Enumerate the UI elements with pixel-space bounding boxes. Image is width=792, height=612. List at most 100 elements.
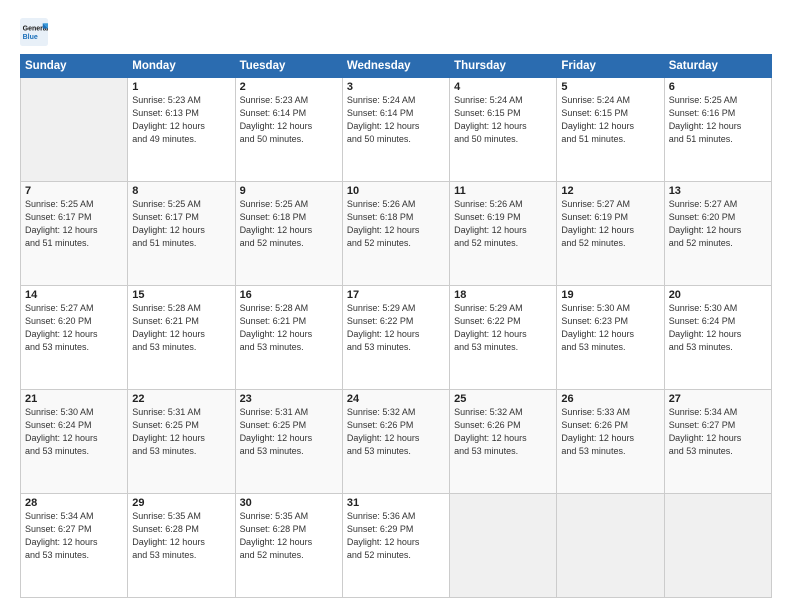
day-info: Sunrise: 5:34 AM Sunset: 6:27 PM Dayligh… (25, 510, 123, 562)
day-info: Sunrise: 5:24 AM Sunset: 6:15 PM Dayligh… (561, 94, 659, 146)
day-info: Sunrise: 5:30 AM Sunset: 6:23 PM Dayligh… (561, 302, 659, 354)
weekday-header-saturday: Saturday (664, 55, 771, 78)
day-number: 23 (240, 393, 338, 405)
calendar-week-1: 1Sunrise: 5:23 AM Sunset: 6:13 PM Daylig… (21, 78, 772, 182)
day-number: 20 (669, 289, 767, 301)
calendar-week-4: 21Sunrise: 5:30 AM Sunset: 6:24 PM Dayli… (21, 390, 772, 494)
weekday-header-friday: Friday (557, 55, 664, 78)
day-info: Sunrise: 5:32 AM Sunset: 6:26 PM Dayligh… (454, 406, 552, 458)
day-info: Sunrise: 5:31 AM Sunset: 6:25 PM Dayligh… (132, 406, 230, 458)
day-number: 2 (240, 81, 338, 93)
day-number: 3 (347, 81, 445, 93)
day-info: Sunrise: 5:24 AM Sunset: 6:15 PM Dayligh… (454, 94, 552, 146)
day-number: 14 (25, 289, 123, 301)
day-number: 15 (132, 289, 230, 301)
calendar-cell: 17Sunrise: 5:29 AM Sunset: 6:22 PM Dayli… (342, 286, 449, 390)
calendar-cell: 26Sunrise: 5:33 AM Sunset: 6:26 PM Dayli… (557, 390, 664, 494)
day-info: Sunrise: 5:23 AM Sunset: 6:13 PM Dayligh… (132, 94, 230, 146)
weekday-header-thursday: Thursday (450, 55, 557, 78)
weekday-header-monday: Monday (128, 55, 235, 78)
calendar-cell (664, 494, 771, 598)
calendar-cell: 23Sunrise: 5:31 AM Sunset: 6:25 PM Dayli… (235, 390, 342, 494)
day-number: 18 (454, 289, 552, 301)
day-info: Sunrise: 5:29 AM Sunset: 6:22 PM Dayligh… (347, 302, 445, 354)
day-number: 4 (454, 81, 552, 93)
day-number: 17 (347, 289, 445, 301)
calendar-cell: 30Sunrise: 5:35 AM Sunset: 6:28 PM Dayli… (235, 494, 342, 598)
day-number: 31 (347, 497, 445, 509)
calendar-cell: 22Sunrise: 5:31 AM Sunset: 6:25 PM Dayli… (128, 390, 235, 494)
day-number: 13 (669, 185, 767, 197)
calendar-cell: 25Sunrise: 5:32 AM Sunset: 6:26 PM Dayli… (450, 390, 557, 494)
day-number: 24 (347, 393, 445, 405)
logo: General Blue (20, 18, 52, 46)
calendar-cell: 18Sunrise: 5:29 AM Sunset: 6:22 PM Dayli… (450, 286, 557, 390)
day-info: Sunrise: 5:23 AM Sunset: 6:14 PM Dayligh… (240, 94, 338, 146)
calendar-week-3: 14Sunrise: 5:27 AM Sunset: 6:20 PM Dayli… (21, 286, 772, 390)
calendar-cell: 29Sunrise: 5:35 AM Sunset: 6:28 PM Dayli… (128, 494, 235, 598)
calendar-week-2: 7Sunrise: 5:25 AM Sunset: 6:17 PM Daylig… (21, 182, 772, 286)
day-info: Sunrise: 5:24 AM Sunset: 6:14 PM Dayligh… (347, 94, 445, 146)
calendar-cell (557, 494, 664, 598)
day-info: Sunrise: 5:27 AM Sunset: 6:20 PM Dayligh… (669, 198, 767, 250)
calendar-cell: 27Sunrise: 5:34 AM Sunset: 6:27 PM Dayli… (664, 390, 771, 494)
svg-text:Blue: Blue (23, 34, 38, 41)
day-number: 9 (240, 185, 338, 197)
day-info: Sunrise: 5:30 AM Sunset: 6:24 PM Dayligh… (669, 302, 767, 354)
day-info: Sunrise: 5:34 AM Sunset: 6:27 PM Dayligh… (669, 406, 767, 458)
calendar-week-5: 28Sunrise: 5:34 AM Sunset: 6:27 PM Dayli… (21, 494, 772, 598)
calendar-cell: 5Sunrise: 5:24 AM Sunset: 6:15 PM Daylig… (557, 78, 664, 182)
day-info: Sunrise: 5:25 AM Sunset: 6:18 PM Dayligh… (240, 198, 338, 250)
day-info: Sunrise: 5:26 AM Sunset: 6:18 PM Dayligh… (347, 198, 445, 250)
calendar-cell: 3Sunrise: 5:24 AM Sunset: 6:14 PM Daylig… (342, 78, 449, 182)
day-number: 30 (240, 497, 338, 509)
calendar-cell: 1Sunrise: 5:23 AM Sunset: 6:13 PM Daylig… (128, 78, 235, 182)
day-info: Sunrise: 5:36 AM Sunset: 6:29 PM Dayligh… (347, 510, 445, 562)
calendar-cell: 4Sunrise: 5:24 AM Sunset: 6:15 PM Daylig… (450, 78, 557, 182)
calendar-header-row: SundayMondayTuesdayWednesdayThursdayFrid… (21, 55, 772, 78)
calendar-cell: 14Sunrise: 5:27 AM Sunset: 6:20 PM Dayli… (21, 286, 128, 390)
weekday-header-sunday: Sunday (21, 55, 128, 78)
day-info: Sunrise: 5:27 AM Sunset: 6:20 PM Dayligh… (25, 302, 123, 354)
day-number: 7 (25, 185, 123, 197)
weekday-header-wednesday: Wednesday (342, 55, 449, 78)
calendar-cell: 8Sunrise: 5:25 AM Sunset: 6:17 PM Daylig… (128, 182, 235, 286)
day-number: 16 (240, 289, 338, 301)
day-number: 21 (25, 393, 123, 405)
day-info: Sunrise: 5:28 AM Sunset: 6:21 PM Dayligh… (132, 302, 230, 354)
calendar-cell: 12Sunrise: 5:27 AM Sunset: 6:19 PM Dayli… (557, 182, 664, 286)
calendar-cell (450, 494, 557, 598)
calendar-cell (21, 78, 128, 182)
day-number: 26 (561, 393, 659, 405)
calendar-cell: 19Sunrise: 5:30 AM Sunset: 6:23 PM Dayli… (557, 286, 664, 390)
calendar-cell: 21Sunrise: 5:30 AM Sunset: 6:24 PM Dayli… (21, 390, 128, 494)
calendar-cell: 24Sunrise: 5:32 AM Sunset: 6:26 PM Dayli… (342, 390, 449, 494)
calendar-cell: 15Sunrise: 5:28 AM Sunset: 6:21 PM Dayli… (128, 286, 235, 390)
day-number: 22 (132, 393, 230, 405)
calendar-cell: 20Sunrise: 5:30 AM Sunset: 6:24 PM Dayli… (664, 286, 771, 390)
calendar-cell: 6Sunrise: 5:25 AM Sunset: 6:16 PM Daylig… (664, 78, 771, 182)
day-number: 19 (561, 289, 659, 301)
day-info: Sunrise: 5:35 AM Sunset: 6:28 PM Dayligh… (240, 510, 338, 562)
page: General Blue SundayMondayTuesdayWednesda… (0, 0, 792, 612)
day-info: Sunrise: 5:25 AM Sunset: 6:17 PM Dayligh… (132, 198, 230, 250)
calendar-cell: 7Sunrise: 5:25 AM Sunset: 6:17 PM Daylig… (21, 182, 128, 286)
day-info: Sunrise: 5:30 AM Sunset: 6:24 PM Dayligh… (25, 406, 123, 458)
day-info: Sunrise: 5:33 AM Sunset: 6:26 PM Dayligh… (561, 406, 659, 458)
calendar-cell: 9Sunrise: 5:25 AM Sunset: 6:18 PM Daylig… (235, 182, 342, 286)
day-info: Sunrise: 5:28 AM Sunset: 6:21 PM Dayligh… (240, 302, 338, 354)
day-number: 1 (132, 81, 230, 93)
day-number: 27 (669, 393, 767, 405)
day-number: 25 (454, 393, 552, 405)
day-number: 8 (132, 185, 230, 197)
day-info: Sunrise: 5:29 AM Sunset: 6:22 PM Dayligh… (454, 302, 552, 354)
calendar-cell: 13Sunrise: 5:27 AM Sunset: 6:20 PM Dayli… (664, 182, 771, 286)
day-info: Sunrise: 5:31 AM Sunset: 6:25 PM Dayligh… (240, 406, 338, 458)
day-number: 11 (454, 185, 552, 197)
day-info: Sunrise: 5:25 AM Sunset: 6:17 PM Dayligh… (25, 198, 123, 250)
weekday-header-tuesday: Tuesday (235, 55, 342, 78)
day-info: Sunrise: 5:27 AM Sunset: 6:19 PM Dayligh… (561, 198, 659, 250)
day-number: 28 (25, 497, 123, 509)
day-number: 12 (561, 185, 659, 197)
day-number: 6 (669, 81, 767, 93)
